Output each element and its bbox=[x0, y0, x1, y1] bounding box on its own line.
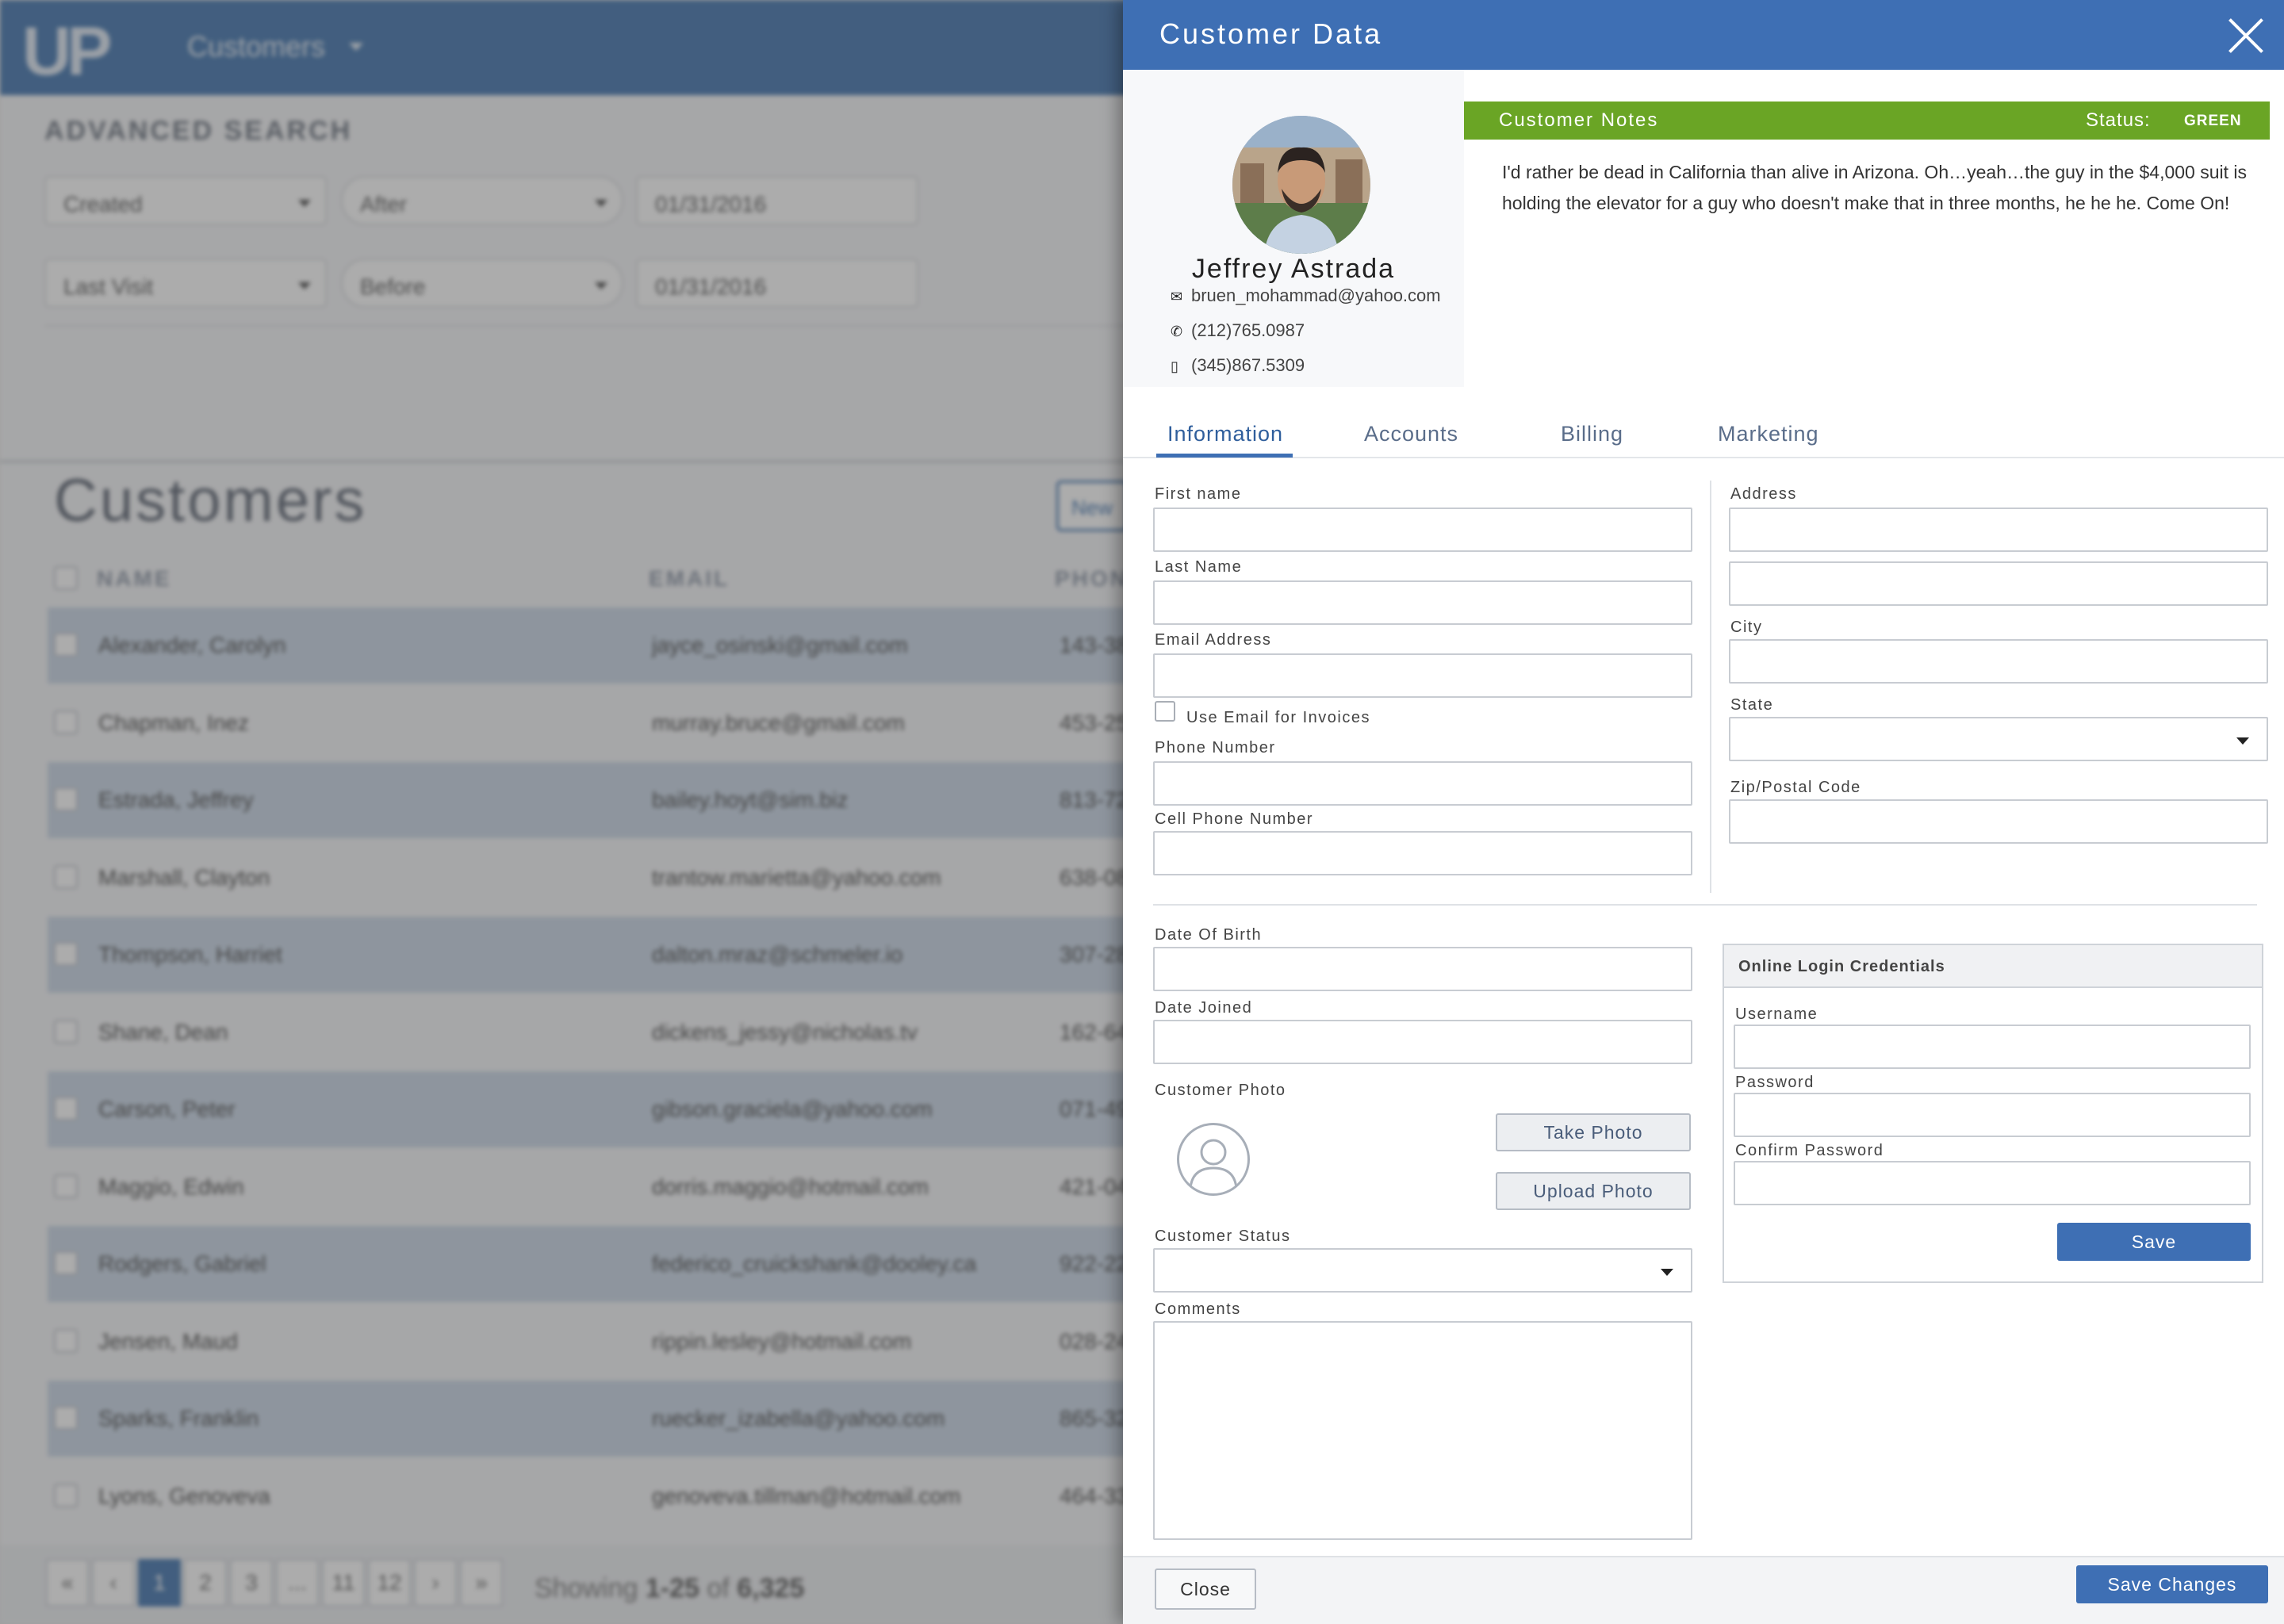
city-input[interactable] bbox=[1729, 639, 2268, 684]
modal-title: Customer Data bbox=[1159, 17, 1383, 50]
customer-phone: ✆ (212)765.0987 bbox=[1171, 320, 1305, 340]
tab-billing[interactable]: Billing bbox=[1561, 422, 1623, 446]
envelope-icon: ✉ bbox=[1171, 289, 1183, 304]
modal-backdrop[interactable] bbox=[0, 0, 1123, 1624]
address-label: Address bbox=[1730, 485, 1797, 503]
zip-label: Zip/Postal Code bbox=[1730, 779, 1861, 796]
column-divider bbox=[1710, 481, 1711, 893]
email-label: Email Address bbox=[1155, 631, 1272, 649]
modal-header: Customer Data bbox=[1123, 0, 2284, 70]
credentials-title: Online Login Credentials bbox=[1738, 958, 1945, 975]
use-email-invoices-checkbox[interactable] bbox=[1155, 701, 1175, 722]
user-placeholder-icon bbox=[1177, 1123, 1250, 1196]
customer-photo-label: Customer Photo bbox=[1155, 1082, 1286, 1099]
close-icon[interactable] bbox=[2225, 14, 2267, 56]
address-line1-input[interactable] bbox=[1729, 508, 2268, 552]
avatar bbox=[1232, 116, 1370, 254]
customer-cell: ▯ (345)867.5309 bbox=[1171, 355, 1305, 375]
chevron-down-icon bbox=[2236, 737, 2249, 745]
username-label: Username bbox=[1735, 1005, 1818, 1023]
upload-photo-button[interactable]: Upload Photo bbox=[1496, 1172, 1691, 1210]
notes-title: Customer Notes bbox=[1499, 109, 1659, 131]
dob-input[interactable] bbox=[1153, 947, 1692, 991]
customer-name: Jeffrey Astrada bbox=[1191, 254, 1396, 284]
last-name-input[interactable] bbox=[1153, 580, 1692, 625]
tab-accounts[interactable]: Accounts bbox=[1364, 422, 1458, 446]
date-joined-input[interactable] bbox=[1153, 1020, 1692, 1064]
password-label: Password bbox=[1735, 1074, 1815, 1091]
notes-text: I'd rather be dead in California than al… bbox=[1502, 162, 2248, 213]
comments-textarea[interactable] bbox=[1153, 1321, 1692, 1540]
customer-profile-card: Jeffrey Astrada ✉ bruen_mohammad@yahoo.co… bbox=[1123, 70, 1464, 387]
tab-marketing[interactable]: Marketing bbox=[1718, 422, 1819, 446]
customer-notes-panel: Customer Notes Status: GREEN I'd rather … bbox=[1464, 102, 2270, 387]
username-input[interactable] bbox=[1734, 1025, 2251, 1069]
password-input[interactable] bbox=[1734, 1093, 2251, 1137]
active-tab-indicator bbox=[1156, 454, 1293, 458]
customer-email: ✉ bruen_mohammad@yahoo.com bbox=[1171, 285, 1441, 305]
city-label: City bbox=[1730, 619, 1763, 636]
section-divider bbox=[1153, 904, 2257, 906]
email-input[interactable] bbox=[1153, 653, 1692, 698]
cell-phone-input[interactable] bbox=[1153, 831, 1692, 875]
date-joined-label: Date Joined bbox=[1155, 999, 1253, 1017]
comments-label: Comments bbox=[1155, 1300, 1241, 1318]
close-button[interactable]: Close bbox=[1155, 1568, 1256, 1610]
tab-bar: Information Accounts Billing Marketing bbox=[1123, 417, 2284, 458]
take-photo-button[interactable]: Take Photo bbox=[1496, 1113, 1691, 1151]
status-label: Status: bbox=[2086, 109, 2151, 131]
phone-label: Phone Number bbox=[1155, 739, 1276, 756]
first-name-label: First name bbox=[1155, 485, 1242, 503]
login-credentials-panel: Online Login Credentials Username Passwo… bbox=[1723, 944, 2263, 1283]
save-credentials-button[interactable]: Save bbox=[2057, 1223, 2251, 1261]
save-changes-button[interactable]: Save Changes bbox=[2076, 1565, 2268, 1603]
tab-information[interactable]: Information bbox=[1167, 422, 1283, 446]
confirm-password-label: Confirm Password bbox=[1735, 1142, 1884, 1159]
confirm-password-input[interactable] bbox=[1734, 1161, 2251, 1205]
last-name-label: Last Name bbox=[1155, 558, 1243, 576]
customer-status-select[interactable] bbox=[1153, 1248, 1692, 1293]
chevron-down-icon bbox=[1661, 1269, 1673, 1276]
first-name-input[interactable] bbox=[1153, 508, 1692, 552]
credentials-header: Online Login Credentials bbox=[1724, 945, 2262, 988]
notes-header: Customer Notes Status: GREEN bbox=[1464, 102, 2270, 140]
customer-status-label: Customer Status bbox=[1155, 1228, 1291, 1245]
address-line2-input[interactable] bbox=[1729, 561, 2268, 606]
cell-phone-label: Cell Phone Number bbox=[1155, 810, 1314, 828]
phone-input[interactable] bbox=[1153, 761, 1692, 806]
use-email-invoices-label: Use Email for Invoices bbox=[1186, 709, 1370, 726]
state-select[interactable] bbox=[1729, 717, 2268, 761]
dob-label: Date Of Birth bbox=[1155, 926, 1263, 944]
zip-input[interactable] bbox=[1729, 799, 2268, 844]
phone-icon: ✆ bbox=[1171, 324, 1183, 339]
status-badge: GREEN bbox=[2184, 113, 2242, 129]
state-label: State bbox=[1730, 696, 1774, 714]
customer-data-modal: Customer Data Jeffrey Astrada ✉ bruen_moh… bbox=[1123, 0, 2284, 1624]
modal-footer: Close Save Changes bbox=[1123, 1556, 2284, 1624]
mobile-icon: ▯ bbox=[1171, 358, 1178, 374]
